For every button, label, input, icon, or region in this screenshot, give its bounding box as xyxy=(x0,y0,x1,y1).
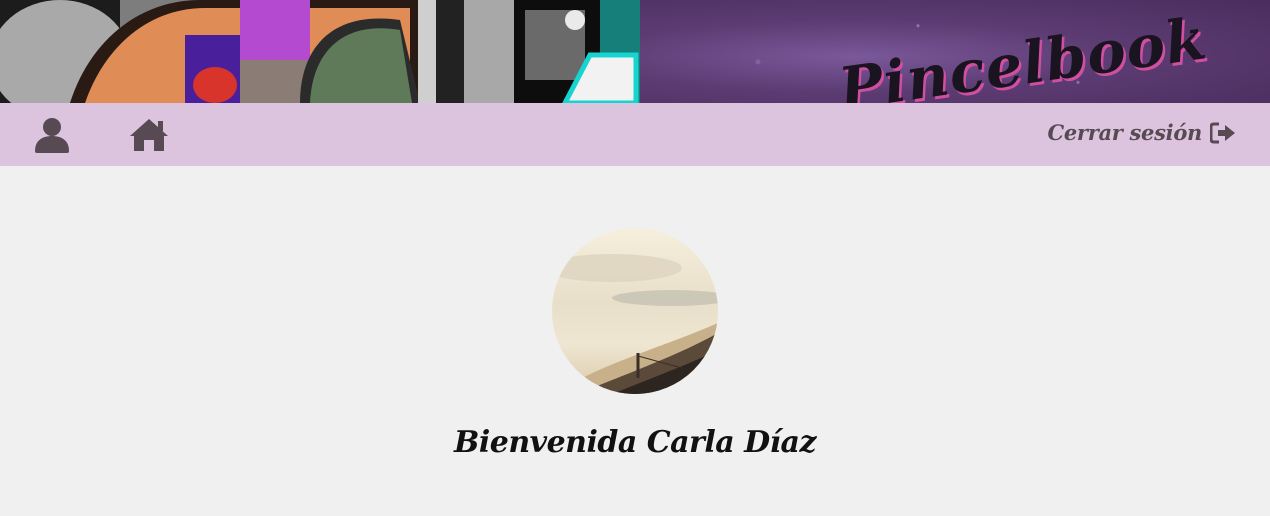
main-content: Bienvenida Carla Díaz xyxy=(0,166,1270,516)
home-icon xyxy=(130,119,168,151)
header-banner: Pincelbook xyxy=(0,0,1270,103)
sign-out-icon xyxy=(1210,122,1235,143)
avatar-landscape-image xyxy=(552,228,718,394)
user-icon xyxy=(35,118,69,153)
logout-button[interactable]: Cerrar sesión xyxy=(1047,120,1236,145)
top-navigation: Cerrar sesión xyxy=(0,103,1270,166)
welcome-message: Bienvenida Carla Díaz xyxy=(453,425,817,460)
logout-label: Cerrar sesión xyxy=(1047,120,1202,145)
banner-artwork xyxy=(0,0,640,103)
profile-button[interactable] xyxy=(31,115,73,155)
home-button[interactable] xyxy=(128,115,170,155)
avatar[interactable] xyxy=(552,228,718,394)
